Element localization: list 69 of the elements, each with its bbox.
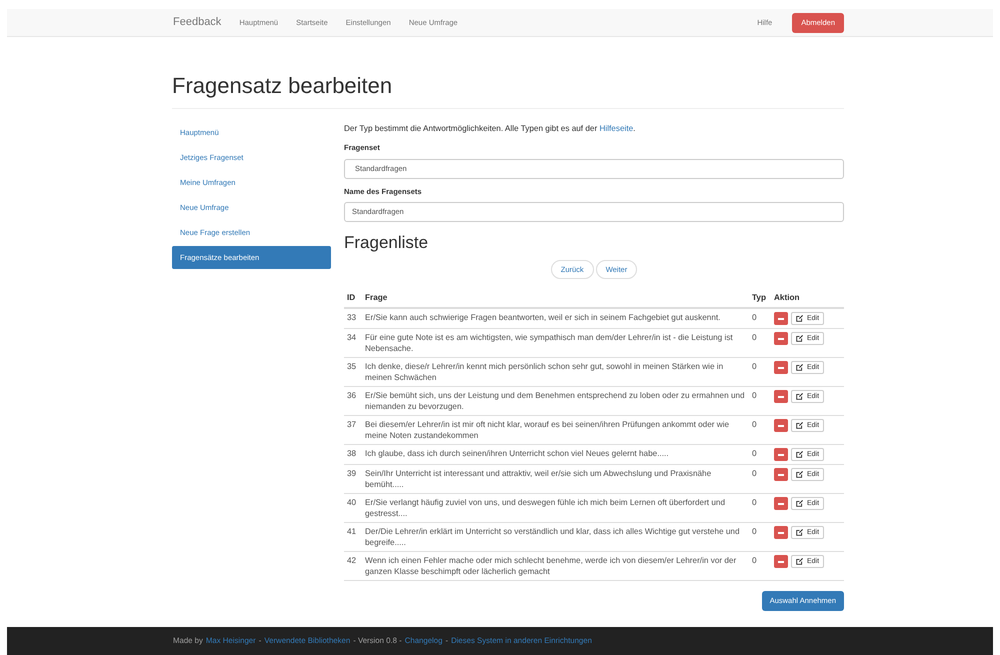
remove-button[interactable] <box>774 526 788 540</box>
minus-icon <box>778 424 784 427</box>
table-cell: Wenn ich einen Fehler mache oder mich schlecht benehme, werde ich von diesem/er Lehrer/in vor der ganzen Klasse beschimpft oder lächerlich gemacht <box>365 556 736 576</box>
table-cell: 0 <box>752 362 757 372</box>
edit-icon <box>796 315 803 322</box>
table-cell: 42 <box>347 556 356 566</box>
table-cell: 36 <box>347 391 356 400</box>
table-cell: 39 <box>347 469 356 478</box>
minus-icon <box>778 454 784 456</box>
edit-icon <box>796 364 803 372</box>
table-cell: 35 <box>347 362 356 372</box>
table-cell: Ich denke, diese/r Lehrer/in kennt mich persönlich schon sehr gut, sowohl in meinen Stärken wie in meinen Schwächen <box>365 362 724 382</box>
remove-button[interactable] <box>774 419 788 432</box>
table-cell: Er/Sie kann auch schwierige Fragen beantworten, weil er sich in seinem Fachgebiet gut auskennt. <box>365 313 720 322</box>
edit-icon <box>796 393 803 400</box>
minus-icon <box>778 532 784 534</box>
table-cell: 33 <box>347 313 356 322</box>
brand-link[interactable]: Feedback <box>173 14 222 31</box>
minus-icon <box>778 366 784 369</box>
table-cell: 38 <box>347 449 356 458</box>
column-header: Aktion <box>774 292 800 302</box>
remove-button[interactable] <box>774 361 788 374</box>
minus-icon <box>778 502 784 505</box>
table-cell: 40 <box>347 498 356 508</box>
table-cell: 0 <box>752 556 757 566</box>
help-page-link[interactable]: Hilfeseite <box>599 124 634 133</box>
page-title: Fragensatz bearbeiten <box>172 72 394 100</box>
table-cell: 0 <box>752 420 757 430</box>
column-header: ID <box>347 292 356 302</box>
edit-icon <box>796 471 803 478</box>
edit-icon <box>796 529 803 536</box>
column-header: Typ <box>752 292 766 302</box>
table-cell: 0 <box>752 449 757 458</box>
remove-button[interactable] <box>774 390 788 404</box>
minus-icon <box>778 318 784 320</box>
minus-icon <box>778 338 784 340</box>
remove-button[interactable] <box>774 497 788 510</box>
table-cell: Er/Sie verlangt häufig zuviel von uns, und deswegen fühle ich mich beim Lernen oft überfordert und gestresst.... <box>365 498 726 518</box>
table-cell: 0 <box>752 333 757 342</box>
minus-icon <box>778 560 784 563</box>
minus-icon <box>778 396 784 398</box>
column-header: Frage <box>365 292 388 302</box>
remove-button[interactable] <box>774 312 788 326</box>
table-cell: 0 <box>752 498 757 508</box>
table-cell: 34 <box>347 333 356 342</box>
remove-button[interactable] <box>774 555 788 568</box>
edit-icon <box>796 451 803 458</box>
table-cell: 0 <box>752 391 757 400</box>
table-cell: Der/Die Lehrer/in erklärt im Unterricht so verständlich und klar, dass ich alles Wichtige gut verstehe und begreife..... <box>365 527 740 548</box>
edit-icon <box>796 335 803 342</box>
remove-button[interactable] <box>774 468 788 482</box>
remove-button[interactable] <box>774 448 788 462</box>
edit-icon <box>796 558 803 566</box>
table-cell: 37 <box>347 420 356 430</box>
minus-icon <box>778 474 784 476</box>
remove-button[interactable] <box>774 332 788 346</box>
edit-icon <box>796 500 803 508</box>
table-cell: 0 <box>752 469 757 478</box>
table-cell: Für eine gute Note ist es am wichtigsten, wie sympathisch man dem/der Lehrer/in ist - die Leistung ist Nebensache. <box>365 333 733 354</box>
table-cell: 0 <box>752 527 757 536</box>
intro-text: Der Typ bestimmt die Antwortmöglichkeiten. Alle Typen gibt es auf der Hilfeseite. <box>344 123 636 135</box>
table-cell: Er/Sie bemüht sich, uns der Leistung und dem Benehmen entsprechend zu loben oder zu ermahnen und niemanden zu bevorzugen. <box>365 391 745 412</box>
table-cell: Bei diesem/er Lehrer/in ist mir oft nicht klar, worauf es bei seinen/ihren Prüfungen ankommt oder wie meine Noten zustandekommen <box>365 420 730 440</box>
table-cell: Sein/Ihr Unterricht ist interessant und attraktiv, weil er/sie sich um Abwechslung und Praxisnähe bemüht..... <box>365 469 712 490</box>
table-cell: Ich glaube, dass ich durch seinen/ihren Unterricht schon viel Neues gelernt habe..... <box>365 449 669 458</box>
table-cell: 41 <box>347 527 356 536</box>
edit-icon <box>796 422 803 430</box>
section-title: Fragenliste <box>344 232 430 254</box>
table-cell: 0 <box>752 313 757 322</box>
